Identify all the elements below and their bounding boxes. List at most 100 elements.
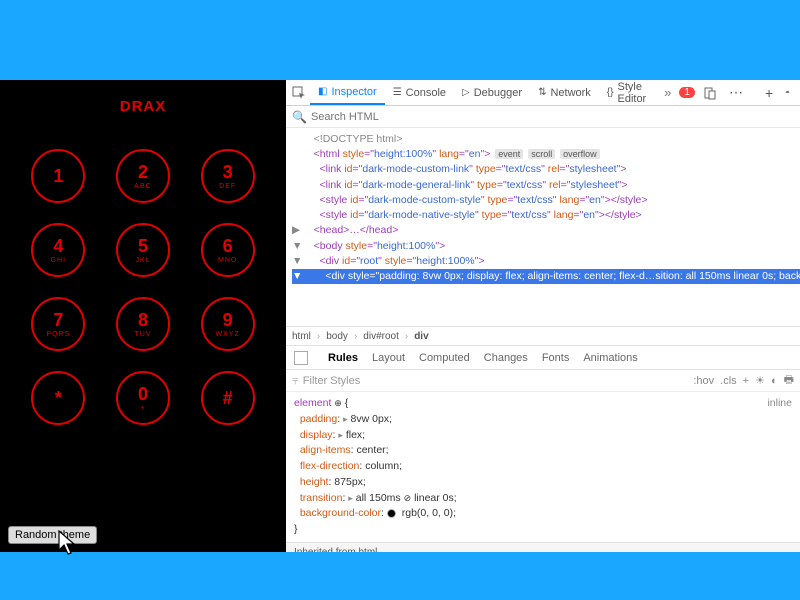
error-count-badge[interactable]: 1 bbox=[679, 87, 695, 98]
dial-key-1[interactable]: 1 bbox=[31, 149, 85, 203]
subtab-changes[interactable]: Changes bbox=[484, 352, 528, 364]
devtools-tab-style-editor[interactable]: {}Style Editor bbox=[599, 80, 660, 105]
style-editor-icon: {} bbox=[607, 87, 614, 98]
dial-key-num: 8 bbox=[138, 311, 148, 329]
subtab-computed[interactable]: Computed bbox=[419, 352, 470, 364]
dom-node[interactable]: ▼ <div style="padding: 8vw 0px; display:… bbox=[292, 269, 800, 284]
tab-label: Style Editor bbox=[617, 81, 652, 105]
subtab-fonts[interactable]: Fonts bbox=[542, 352, 570, 364]
styles-filter-row: ⫧ Filter Styles :hov .cls + ☀ ◐ 🖶 bbox=[286, 370, 800, 392]
dial-key-letters: ABC bbox=[134, 183, 151, 190]
dial-key-num: 7 bbox=[53, 311, 63, 329]
dial-key-num: 1 bbox=[53, 167, 63, 185]
dial-key-letters: WXYZ bbox=[216, 331, 240, 338]
dial-key-num: 3 bbox=[223, 163, 233, 181]
dom-node[interactable]: <!DOCTYPE html> bbox=[292, 132, 800, 147]
chevron-right-icon: › bbox=[354, 331, 357, 342]
dial-key-letters: + bbox=[140, 405, 145, 412]
search-icon: 🔍 bbox=[292, 110, 307, 124]
filter-icon: ⫧ bbox=[292, 373, 299, 388]
breadcrumb-item[interactable]: html bbox=[292, 331, 311, 342]
tab-label: Debugger bbox=[474, 87, 522, 99]
devtools-tab-inspector[interactable]: ◧ Inspector bbox=[310, 80, 385, 105]
random-theme-button[interactable]: Random theme bbox=[8, 526, 97, 544]
network-icon: ⇅ bbox=[538, 87, 546, 98]
devtools-menu-icon[interactable]: ⋯ bbox=[725, 84, 747, 101]
responsive-mode-icon[interactable] bbox=[703, 86, 717, 100]
tab-label: Network bbox=[550, 87, 590, 99]
dial-key-#[interactable]: # bbox=[201, 371, 255, 425]
dial-key-num: * bbox=[55, 389, 62, 407]
dial-key-5[interactable]: 5 JKL bbox=[116, 223, 170, 277]
dial-key-letters: GHI bbox=[51, 257, 66, 264]
dial-key-*[interactable]: * bbox=[31, 371, 85, 425]
phone-title: DRAX bbox=[0, 80, 286, 115]
breadcrumb-item[interactable]: div#root bbox=[363, 331, 399, 342]
dom-node[interactable]: <style id="dark-mode-custom-style" type=… bbox=[292, 193, 800, 208]
devtools-panel: ◧ Inspector ☰ Console ▷ Debugger ⇅ Network {}Sty… bbox=[286, 80, 800, 552]
dom-node[interactable]: ▼ <body style="height:100%"> bbox=[292, 239, 800, 254]
phone-app-panel: DRAX 1 2 ABC 3 DEF 4 GHI 5 JKL 6 MNO 7 PQRS 8 TUV 9 WXYZ… bbox=[0, 80, 286, 552]
dom-tree[interactable]: <!DOCTYPE html> <html style="height:100%… bbox=[286, 128, 800, 326]
breadcrumb-item[interactable]: div bbox=[414, 331, 428, 342]
dial-key-letters: DEF bbox=[219, 183, 236, 190]
dial-grid: 12ABC3DEF4GHI5JKL6MNO7PQRS8TUV9WXYZ*0+# bbox=[0, 115, 286, 425]
dom-search-row: 🔍 bbox=[286, 106, 800, 128]
devtools-tab-debugger[interactable]: ▷ Debugger bbox=[454, 80, 530, 105]
dial-key-letters: JKL bbox=[135, 257, 150, 264]
dial-key-3[interactable]: 3 DEF bbox=[201, 149, 255, 203]
dial-key-0[interactable]: 0+ bbox=[116, 371, 170, 425]
dial-key-num: # bbox=[223, 389, 233, 407]
tab-label: Inspector bbox=[331, 86, 376, 98]
element-picker-icon[interactable] bbox=[292, 86, 306, 100]
styles-filter-input[interactable]: Filter Styles bbox=[303, 375, 360, 387]
devtools-tab-network[interactable]: ⇅ Network bbox=[530, 80, 599, 105]
dial-key-7[interactable]: 7 PQRS bbox=[31, 297, 85, 351]
console-icon: ☰ bbox=[393, 87, 402, 98]
hov-toggle[interactable]: :hov bbox=[693, 375, 714, 387]
dial-key-num: 9 bbox=[223, 311, 233, 329]
subtab-rules[interactable]: Rules bbox=[328, 352, 358, 364]
new-rule-icon[interactable]: + bbox=[761, 85, 777, 101]
dom-node[interactable]: ▶ <head>…</head> bbox=[292, 223, 800, 238]
dom-node[interactable]: <link id="dark-mode-custom-link" type="t… bbox=[292, 162, 800, 177]
debugger-icon: ▷ bbox=[462, 87, 470, 98]
dial-key-num: 2 bbox=[138, 163, 148, 181]
dial-key-8[interactable]: 8 TUV bbox=[116, 297, 170, 351]
toggle-pseudo-icon[interactable]: ◓ bbox=[781, 88, 794, 97]
subtab-layout[interactable]: Layout bbox=[372, 352, 405, 364]
print-media-icon[interactable]: 🖶 bbox=[784, 371, 794, 390]
devtools-toolbar: ◧ Inspector ☰ Console ▷ Debugger ⇅ Network {}Sty… bbox=[286, 80, 800, 106]
styles-subtabs: Rules Layout Computed Changes Fonts Animation… bbox=[286, 346, 800, 370]
styles-pane[interactable]: inlineelement ⊕ { padding: ▸ 8vw 0px; di… bbox=[286, 392, 800, 552]
breadcrumb[interactable]: html›body›div#root›div bbox=[286, 326, 800, 346]
tab-label: Console bbox=[406, 87, 446, 99]
subtab-animations[interactable]: Animations bbox=[583, 352, 637, 364]
light-dark-icon[interactable]: ☀ bbox=[755, 374, 765, 387]
dial-key-num: 5 bbox=[138, 237, 148, 255]
chevron-right-icon: › bbox=[317, 331, 320, 342]
devtools-tab-console[interactable]: ☰ Console bbox=[385, 80, 454, 105]
breadcrumb-item[interactable]: body bbox=[326, 331, 348, 342]
cls-toggle[interactable]: .cls bbox=[720, 375, 737, 387]
dial-key-4[interactable]: 4 GHI bbox=[31, 223, 85, 277]
dom-search-input[interactable] bbox=[311, 111, 794, 123]
dial-key-letters: MNO bbox=[218, 257, 237, 264]
dom-node[interactable]: <link id="dark-mode-general-link" type="… bbox=[292, 178, 800, 193]
dom-node[interactable]: <style id="dark-mode-native-style" type=… bbox=[292, 208, 800, 223]
dial-key-9[interactable]: 9 WXYZ bbox=[201, 297, 255, 351]
tabs-overflow-icon[interactable]: » bbox=[664, 85, 671, 100]
dial-key-6[interactable]: 6 MNO bbox=[201, 223, 255, 277]
add-rule-icon[interactable]: + bbox=[743, 375, 749, 387]
dial-key-letters: PQRS bbox=[46, 331, 70, 338]
dial-key-2[interactable]: 2 ABC bbox=[116, 149, 170, 203]
dial-key-num: 4 bbox=[53, 237, 63, 255]
inspector-icon: ◧ bbox=[318, 86, 327, 97]
dial-key-num: 0 bbox=[138, 385, 148, 403]
contrast-icon[interactable]: ◐ bbox=[771, 375, 778, 387]
dom-node[interactable]: ▼ <div id="root" style="height:100%"> bbox=[292, 254, 800, 269]
dom-node[interactable]: <html style="height:100%" lang="en"> eve… bbox=[292, 147, 800, 162]
box-model-icon[interactable] bbox=[294, 351, 308, 365]
dial-key-num: 6 bbox=[223, 237, 233, 255]
dial-key-letters: TUV bbox=[134, 331, 151, 338]
